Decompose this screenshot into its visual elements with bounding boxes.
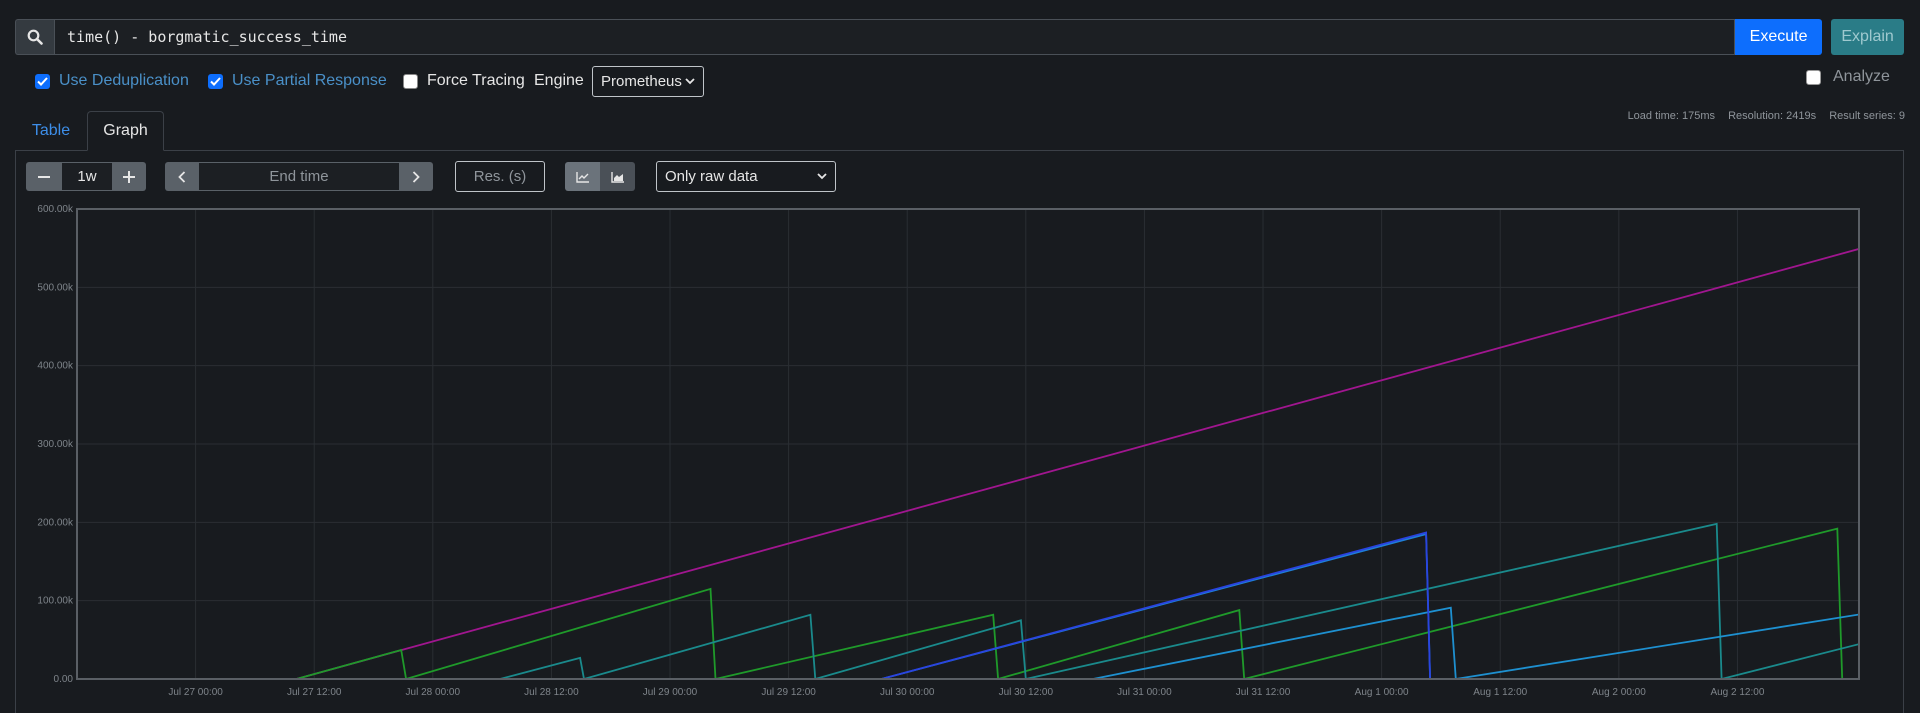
x-tick-label: Jul 31 00:00 [1117, 687, 1172, 698]
x-tick-label: Aug 1 00:00 [1355, 687, 1409, 698]
x-tick-label: Aug 1 12:00 [1473, 687, 1527, 698]
engine-label-wrap: Engine [534, 71, 584, 91]
end-time-input[interactable]: End time [199, 162, 399, 191]
analyze-option[interactable]: Analyze [1806, 68, 1890, 86]
y-tick-label: 200.00k [37, 517, 74, 528]
force-tracing-option[interactable]: Force Tracing [403, 71, 525, 91]
partial-response-label: Use Partial Response [232, 72, 387, 89]
y-tick-label: 400.00k [37, 361, 74, 372]
chevron-left-icon[interactable] [165, 162, 199, 191]
x-tick-label: Aug 2 12:00 [1710, 687, 1764, 698]
x-tick-label: Aug 2 00:00 [1592, 687, 1646, 698]
result-series: Result series: 9 [1829, 110, 1905, 122]
explain-button[interactable]: Explain [1831, 19, 1904, 55]
deduplication-option[interactable]: Use Deduplication [35, 71, 189, 91]
series-line [881, 531, 1431, 679]
end-time-control: End time [165, 162, 433, 191]
engine-label: Engine [534, 72, 584, 89]
chevron-down-icon [685, 78, 695, 85]
deduplication-checkbox[interactable] [35, 73, 50, 89]
chart-mode-toggle [565, 162, 635, 191]
force-tracing-checkbox[interactable] [403, 73, 418, 89]
x-tick-label: Jul 30 12:00 [999, 687, 1054, 698]
y-tick-label: 600.00k [37, 204, 74, 215]
range-control: 1w [26, 162, 146, 191]
analyze-label: Analyze [1833, 68, 1890, 85]
y-tick-label: 500.00k [37, 282, 74, 293]
engine-value: Prometheus [601, 73, 682, 90]
data-mode-value: Only raw data [665, 168, 758, 185]
minus-icon[interactable] [26, 162, 62, 191]
chevron-right-icon[interactable] [399, 162, 433, 191]
x-tick-label: Jul 28 12:00 [524, 687, 579, 698]
x-tick-label: Jul 28 00:00 [406, 687, 461, 698]
expression-input[interactable]: time() - borgmatic_success_time [54, 19, 1736, 55]
force-tracing-label: Force Tracing [427, 72, 525, 89]
series-line [296, 248, 1859, 679]
x-tick-label: Jul 31 12:00 [1236, 687, 1291, 698]
chevron-down-icon [817, 173, 827, 180]
plus-icon[interactable] [112, 162, 146, 191]
x-tick-label: Jul 29 00:00 [643, 687, 698, 698]
query-stats: Load time: 175ms Resolution: 2419s Resul… [1618, 110, 1905, 122]
stacked-chart-icon[interactable] [600, 162, 635, 191]
data-mode-select[interactable]: Only raw data [656, 161, 836, 192]
partial-response-option[interactable]: Use Partial Response [208, 71, 387, 91]
x-tick-label: Jul 30 00:00 [880, 687, 935, 698]
y-tick-label: 100.00k [37, 596, 74, 607]
y-tick-label: 300.00k [37, 439, 74, 450]
resolution-input[interactable]: Res. (s) [455, 161, 545, 192]
x-tick-label: Jul 29 12:00 [761, 687, 816, 698]
time-series-chart[interactable]: 0.00 100.00k 200.00k 300.00k 400.00k 500.00k 6… [0, 195, 1920, 713]
tab-graph[interactable]: Graph [87, 111, 164, 151]
tab-table[interactable]: Table [30, 111, 72, 151]
execute-button[interactable]: Execute [1735, 19, 1823, 55]
query-bar: time() - borgmatic_success_time Execute … [15, 19, 1904, 55]
load-time: Load time: 175ms [1627, 110, 1715, 122]
y-tick-label: 0.00 [54, 674, 74, 685]
x-tick-label: Jul 27 12:00 [287, 687, 342, 698]
deduplication-label: Use Deduplication [59, 72, 189, 89]
line-chart-icon[interactable] [565, 162, 600, 191]
range-input[interactable]: 1w [62, 162, 112, 191]
x-tick-label: Jul 27 00:00 [168, 687, 223, 698]
resolution-stat: Resolution: 2419s [1728, 110, 1817, 122]
search-icon [15, 19, 55, 55]
series-line [296, 527, 1844, 679]
partial-response-checkbox[interactable] [208, 73, 223, 89]
engine-select[interactable]: Prometheus [592, 66, 704, 97]
analyze-checkbox[interactable] [1806, 69, 1821, 85]
